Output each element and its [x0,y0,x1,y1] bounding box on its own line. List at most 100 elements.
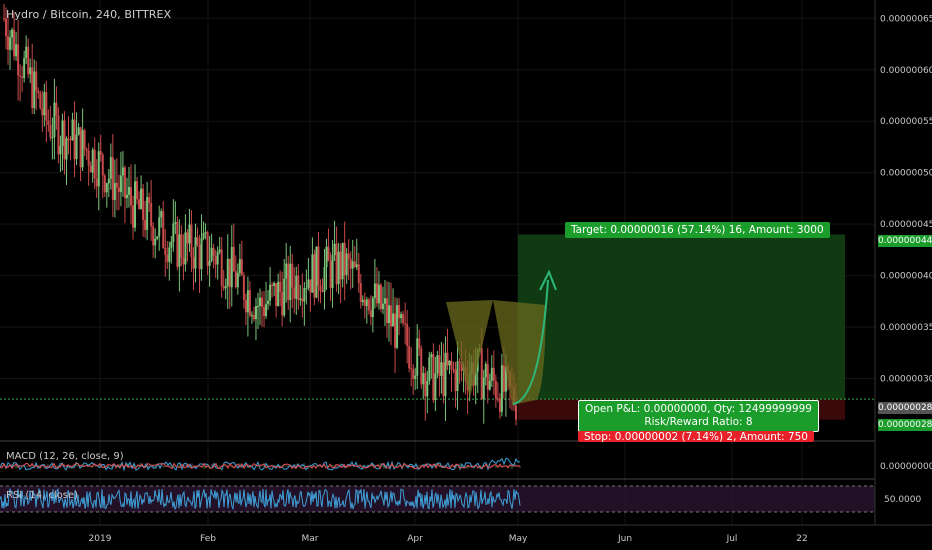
candle-body [67,138,70,140]
candle-body [242,275,245,301]
candle-body [502,365,505,392]
candle-body [9,37,12,50]
candle-body [89,165,92,173]
price-tick-label: 0.00000045 [880,220,932,230]
candle-body [361,299,364,303]
candle-body [385,298,388,324]
price-tick-label: 0.00000055 [880,117,932,127]
candle-body [492,367,495,381]
entry-price-badge: 0.00000028 [878,419,932,431]
candle-body [373,283,376,299]
candle-body [236,273,239,288]
candle-body [220,249,223,287]
candle-body [156,236,159,239]
target-zone [518,234,845,400]
candle-body [299,298,302,300]
price-axis[interactable]: 0.00000065 0.00000060 0.00000055 0.00000050… [874,0,932,525]
candle-body [325,246,328,268]
candle-body [218,249,221,252]
chart-canvas[interactable]: 0.00000065 0.00000060 0.00000055 0.00000050… [0,0,932,550]
candle-body [180,234,183,258]
candle-body [329,260,332,288]
candle-body [254,306,257,320]
time-tick-label: Jul [726,534,738,544]
candle-body [238,259,241,274]
candle-body [269,284,272,301]
candle-body [379,284,382,310]
candle-body [289,263,292,301]
candle-body [303,288,306,302]
candle-body [256,306,259,308]
candle-body [341,242,344,280]
candle-body [317,246,320,286]
candle-body [113,182,116,201]
candle-body [388,305,391,324]
candle-body [162,211,165,248]
time-tick-label: 2019 [89,534,112,544]
candle-body [450,360,453,370]
candle-body [279,281,282,293]
candle-body [313,254,316,298]
candle-body [148,197,151,204]
stop-label[interactable]: Stop: 0.00000002 (7.14%) 2, Amount: 750 [578,431,814,442]
candle-body [398,305,401,319]
candle-body [127,187,130,195]
candle-body [277,281,280,306]
candle-body [446,352,449,366]
candle-body [29,67,32,75]
candle-body [305,288,308,290]
candle-body [265,304,268,317]
candle-body [79,127,82,168]
candle-body [144,219,147,230]
target-label[interactable]: Target: 0.00000016 (57.14%) 16, Amount: … [565,222,830,238]
candle-body [343,242,346,276]
candle-body [426,381,429,397]
candle-body [383,298,386,304]
candle-body [311,254,314,293]
price-tick-label: 0.00000035 [880,323,932,333]
macd-tick-label: 0.00000000 [880,462,932,472]
candle-body [204,232,207,234]
candle-body [436,355,439,374]
candle-body [226,258,229,287]
price-tick-label: 0.00000030 [880,375,932,385]
candle-body [371,298,374,317]
candle-body [154,238,157,246]
candle-body [59,145,62,155]
candle-body [351,261,354,269]
candle-body [232,246,235,272]
candle-body [396,305,399,348]
pnl-line-2: Risk/Reward Ratio: 8 [644,416,753,428]
candle-body [454,369,457,392]
candle-body [406,323,409,346]
candle-body [17,44,20,76]
candle-body [331,255,334,288]
candle-body [271,284,274,286]
candle-body [321,290,324,292]
candle-body [27,46,30,75]
pnl-label[interactable]: Open P&L: 0.00000000, Qty: 12499999999 R… [578,400,819,432]
candle-body [85,149,88,151]
time-axis[interactable]: 2019 Feb Mar Apr May Jun Jul 22 [0,524,932,544]
candle-body [158,217,161,237]
candle-body [192,257,195,269]
candle-body [61,120,64,146]
candle-body [261,297,264,307]
candle-body [97,151,100,187]
candle-body [83,130,86,150]
candle-body [273,283,276,286]
candle-body [375,283,378,304]
candle-body [496,398,499,400]
candle-body [51,137,54,139]
candle-body [424,373,427,397]
candle-body [35,71,38,91]
candle-body [222,286,225,289]
candle-body [111,157,114,201]
candle-body [357,264,360,284]
candle-body [75,134,78,160]
candle-body [13,29,16,57]
candle-body [224,286,227,289]
candle-body [482,377,485,400]
candle-body [456,361,459,392]
candle-body [484,364,487,378]
